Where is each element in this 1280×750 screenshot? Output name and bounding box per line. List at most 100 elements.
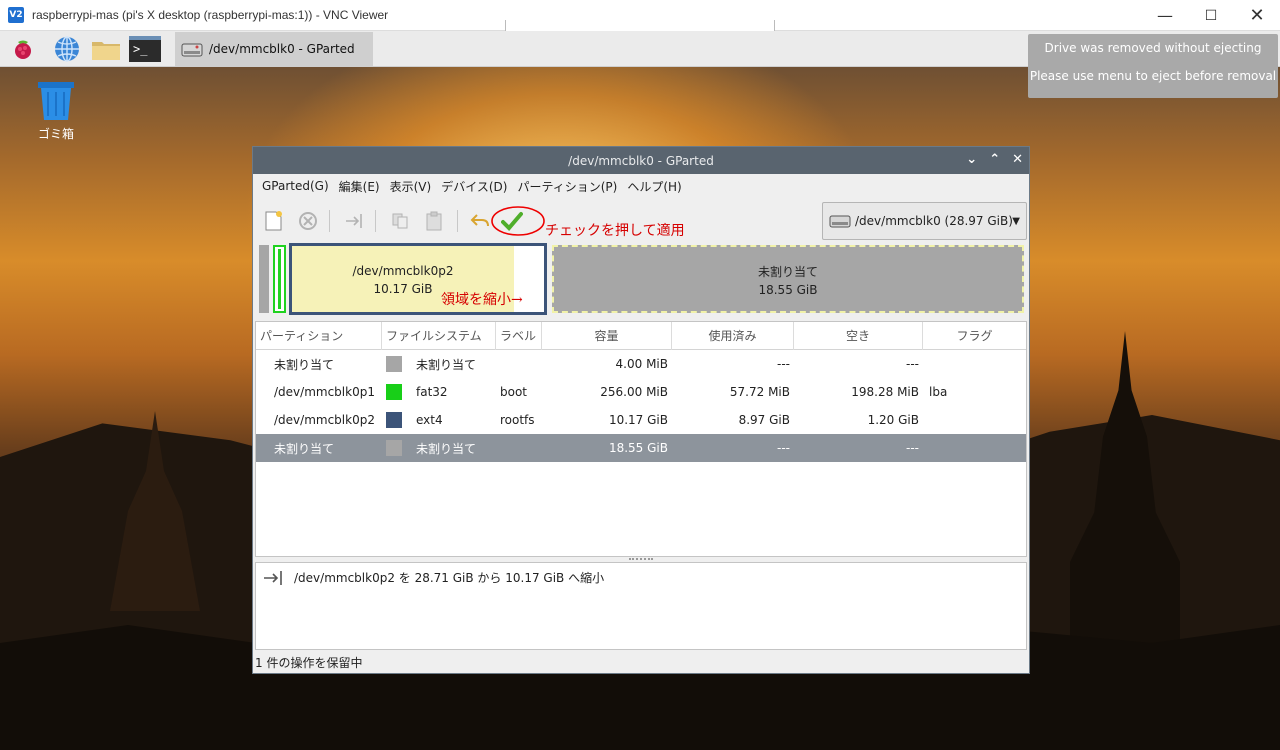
- menu-partition[interactable]: パーティション(P): [512, 178, 622, 195]
- device-selector-label: /dev/mmcblk0 (28.97 GiB): [855, 214, 1013, 228]
- cell-used: 57.72 MiB: [729, 385, 790, 399]
- cell-size: 18.55 GiB: [608, 441, 668, 455]
- fs-color-swatch: [386, 440, 402, 456]
- cell-free: ---: [906, 441, 919, 455]
- cell-used: ---: [777, 441, 790, 455]
- table-header: パーティション ファイルシステム ラベル 容量 使用済み 空き フラグ: [256, 322, 1026, 350]
- menu-help[interactable]: ヘルプ(H): [622, 178, 686, 195]
- harddisk-icon: [181, 43, 203, 57]
- col-label[interactable]: ラベル: [496, 322, 542, 350]
- paste-icon[interactable]: [423, 210, 445, 232]
- trash-label: ゴミ箱: [37, 127, 74, 141]
- cell-size: 4.00 MiB: [615, 357, 668, 371]
- notification-line-1: Drive was removed without ejecting: [1044, 41, 1262, 55]
- fs-color-swatch: [386, 384, 402, 400]
- maximize-icon[interactable]: ⌃: [989, 152, 1000, 167]
- table-body: 未割り当て 未割り当て 4.00 MiB --- --- /dev/mmcblk…: [256, 350, 1026, 462]
- undo-icon[interactable]: [469, 210, 491, 232]
- cell-size: 256.00 MiB: [600, 385, 668, 399]
- table-row[interactable]: 未割り当て 未割り当て 18.55 GiB --- ---: [256, 434, 1026, 462]
- cell-filesystem: ext4: [416, 413, 443, 427]
- terminal-icon[interactable]: >_: [129, 34, 161, 64]
- col-flags[interactable]: フラグ: [923, 322, 1026, 350]
- col-used[interactable]: 使用済み: [672, 322, 794, 350]
- delete-icon[interactable]: [297, 210, 319, 232]
- col-size[interactable]: 容量: [542, 322, 672, 350]
- partition-map: /dev/mmcblk0p2 10.17 GiB 未割り当て 18.55 GiB…: [255, 241, 1027, 319]
- status-bar: 1 件の操作を保留中: [255, 656, 363, 670]
- cell-free: 198.28 MiB: [851, 385, 919, 399]
- cell-partition: 未割り当て: [274, 441, 335, 456]
- apply-hint-annotation: チェックを押して適用: [545, 223, 685, 239]
- device-selector[interactable]: /dev/mmcblk0 (28.97 GiB) ▼: [822, 202, 1027, 240]
- menu-device[interactable]: デバイス(D): [436, 178, 512, 195]
- resize-move-icon: [264, 570, 282, 585]
- map-free-name: 未割り当て: [757, 265, 818, 279]
- fs-color-swatch: [386, 412, 402, 428]
- copy-icon[interactable]: [389, 210, 411, 232]
- file-manager-icon[interactable]: [90, 34, 122, 64]
- cell-filesystem: fat32: [416, 385, 448, 399]
- toolbar: チェックを押して適用 /dev/mmcblk0 (28.97 GiB) ▼: [253, 198, 1029, 240]
- minimize-icon[interactable]: —: [1142, 0, 1188, 31]
- pending-operations-pane: /dev/mmcblk0p2 を 28.71 GiB から 10.17 GiB …: [255, 562, 1027, 650]
- web-browser-icon[interactable]: [51, 34, 83, 64]
- map-free-size: 18.55 GiB: [758, 283, 818, 297]
- maximize-icon[interactable]: ☐: [1188, 0, 1234, 31]
- cell-label: boot: [500, 385, 528, 399]
- partition-table: パーティション ファイルシステム ラベル 容量 使用済み 空き フラグ 未割り当…: [255, 321, 1027, 557]
- col-free[interactable]: 空き: [794, 322, 923, 350]
- map-unallocated-large[interactable]: 未割り当て 18.55 GiB: [552, 245, 1024, 313]
- highlight-circle: [491, 206, 545, 236]
- cell-label: rootfs: [500, 413, 535, 427]
- cell-size: 10.17 GiB: [608, 413, 668, 427]
- gparted-title-bar[interactable]: /dev/mmcblk0 - GParted ⌄ ⌃ ✕: [253, 147, 1029, 174]
- fs-color-swatch: [386, 356, 402, 372]
- vnc-window-title: raspberrypi-mas (pi's X desktop (raspber…: [32, 8, 389, 22]
- cell-flags: lba: [929, 385, 948, 399]
- notification-popup[interactable]: Drive was removed without ejecting Pleas…: [1028, 34, 1278, 98]
- vnc-logo-icon: V2: [8, 7, 24, 23]
- vnc-title-bar: V2 raspberrypi-mas (pi's X desktop (rasp…: [0, 0, 1280, 32]
- shrink-hint-annotation: 領域を縮小→: [441, 292, 523, 308]
- cell-filesystem: 未割り当て: [416, 441, 477, 456]
- table-row[interactable]: 未割り当て 未割り当て 4.00 MiB --- ---: [256, 350, 1026, 378]
- map-root-name: /dev/mmcblk0p2: [352, 264, 454, 278]
- notification-line-2: Please use menu to eject before removal: [1029, 69, 1277, 83]
- table-row[interactable]: /dev/mmcblk0p2 ext4 rootfs 10.17 GiB 8.9…: [256, 406, 1026, 434]
- gparted-window: /dev/mmcblk0 - GParted ⌄ ⌃ ✕ GParted(G) …: [252, 146, 1030, 674]
- pane-resize-grip[interactable]: [629, 558, 653, 561]
- cell-used: 8.97 GiB: [738, 413, 790, 427]
- taskbar-item-label: /dev/mmcblk0 - GParted: [209, 42, 355, 56]
- cell-partition: 未割り当て: [274, 357, 335, 372]
- chevron-down-icon: ▼: [1012, 216, 1020, 227]
- map-unallocated-small[interactable]: [259, 245, 269, 313]
- resize-move-icon[interactable]: [343, 210, 365, 232]
- map-boot-partition[interactable]: [273, 245, 286, 313]
- harddisk-icon: [829, 215, 851, 228]
- cell-filesystem: 未割り当て: [416, 357, 477, 372]
- trash-icon: [38, 82, 74, 120]
- pending-operation-text: /dev/mmcblk0p2 を 28.71 GiB から 10.17 GiB …: [294, 571, 605, 585]
- gparted-title: /dev/mmcblk0 - GParted: [568, 153, 714, 168]
- menu-bar: GParted(G) 編集(E) 表示(V) デバイス(D) パーティション(P…: [253, 174, 1029, 198]
- table-row[interactable]: /dev/mmcblk0p1 fat32 boot 256.00 MiB 57.…: [256, 378, 1026, 406]
- menu-edit[interactable]: 編集(E): [334, 178, 385, 195]
- menu-view[interactable]: 表示(V): [385, 178, 437, 195]
- close-icon[interactable]: ✕: [1012, 152, 1023, 167]
- cell-used: ---: [777, 357, 790, 371]
- desktop-trash[interactable]: ゴミ箱: [28, 80, 84, 142]
- cell-free: ---: [906, 357, 919, 371]
- menu-gparted[interactable]: GParted(G): [257, 179, 334, 193]
- col-partition[interactable]: パーティション: [256, 322, 382, 350]
- cell-partition: /dev/mmcblk0p2: [274, 413, 375, 427]
- minimize-icon[interactable]: ⌄: [966, 152, 977, 167]
- close-icon[interactable]: ✕: [1234, 0, 1280, 31]
- raspberry-menu-icon[interactable]: [7, 34, 39, 64]
- pending-operation-item[interactable]: /dev/mmcblk0p2 を 28.71 GiB から 10.17 GiB …: [262, 569, 604, 586]
- new-partition-icon[interactable]: [263, 210, 285, 232]
- cell-free: 1.20 GiB: [867, 413, 919, 427]
- cell-partition: /dev/mmcblk0p1: [274, 385, 375, 399]
- taskbar-item-gparted[interactable]: /dev/mmcblk0 - GParted: [175, 32, 373, 66]
- col-filesystem[interactable]: ファイルシステム: [382, 322, 496, 350]
